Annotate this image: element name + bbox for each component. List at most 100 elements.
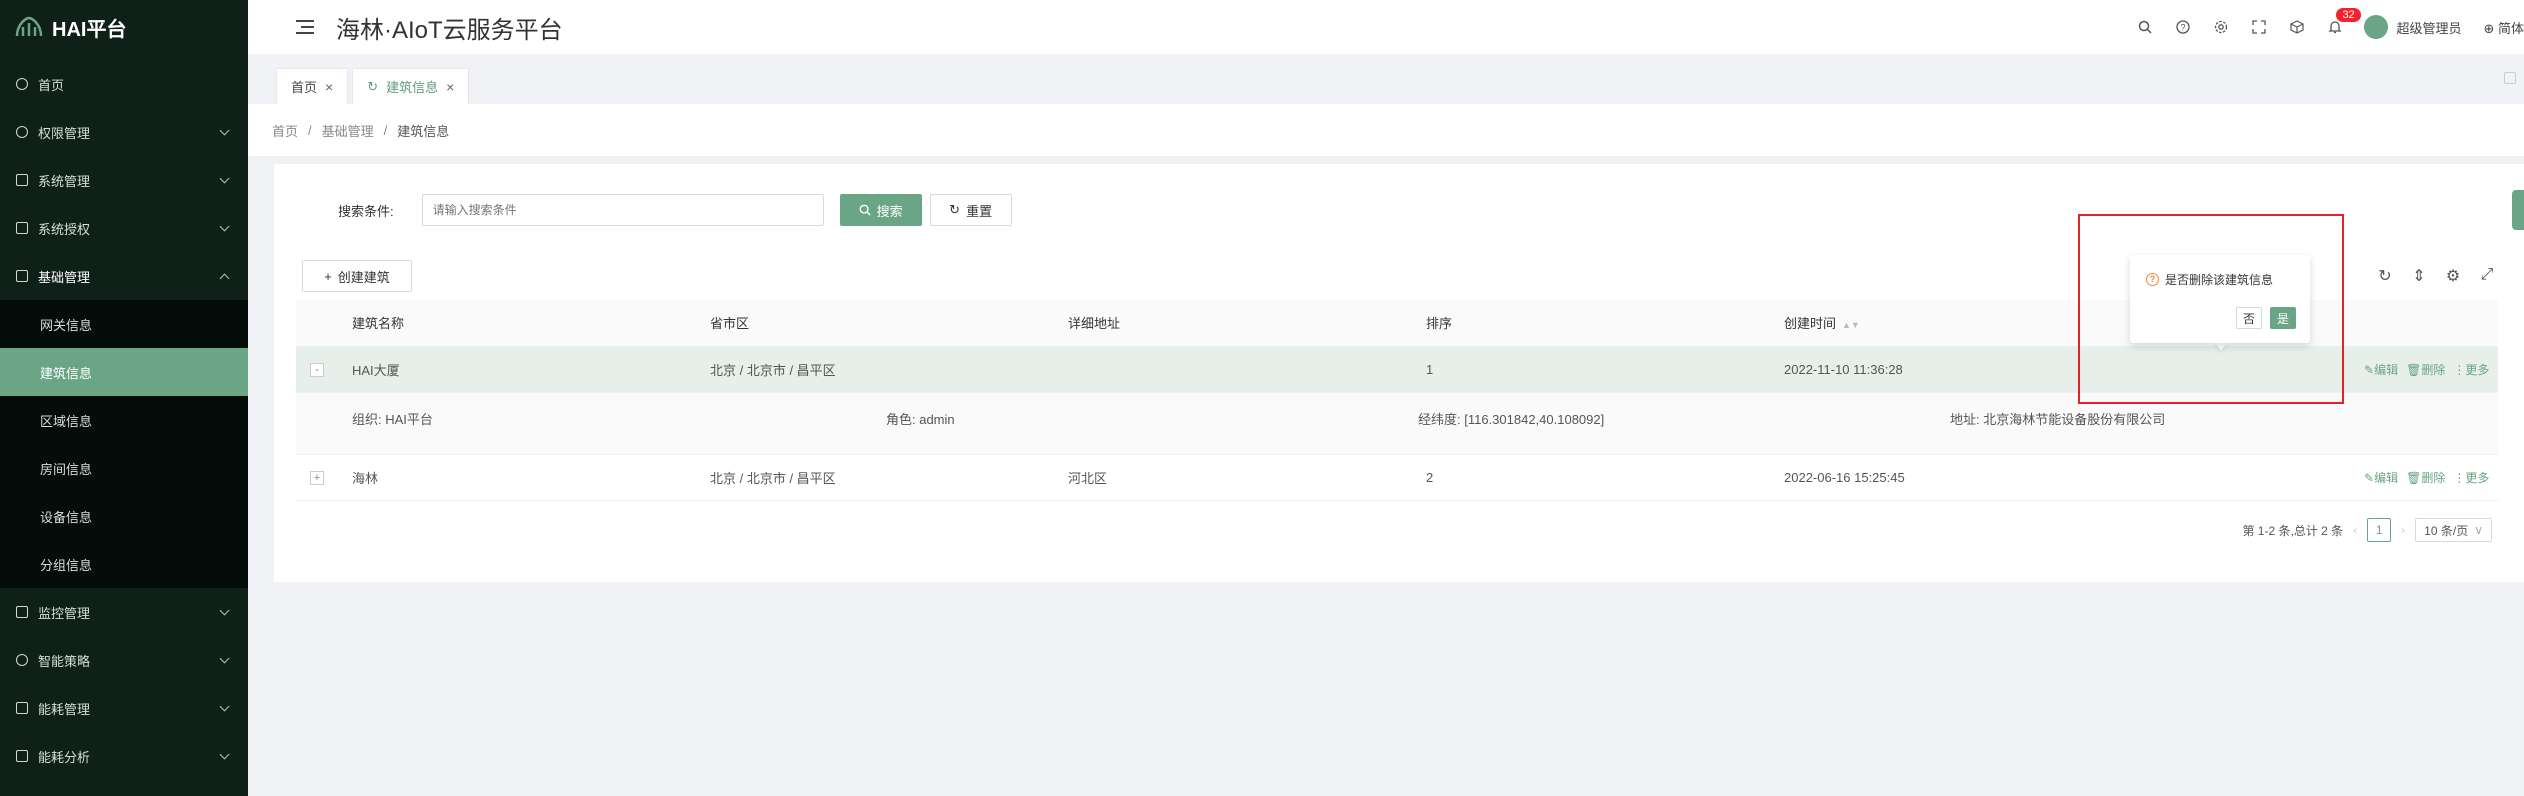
breadcrumb-separator: / (383, 122, 388, 138)
sidebar-item-label: 能耗管理 (38, 701, 91, 717)
cube-icon[interactable] (2278, 20, 2316, 34)
energy-icon (16, 702, 28, 714)
cell-sort: 1 (1426, 346, 1784, 393)
language-label: 简体 (2497, 20, 2524, 36)
tab-building[interactable]: ↻ 建筑信息 × (352, 68, 470, 104)
home-icon (16, 78, 28, 90)
fullscreen-icon[interactable]: ⤢ (2478, 266, 2496, 286)
bell-icon[interactable]: 32 (2316, 8, 2361, 34)
page-size-label: 10 条/页 (2424, 523, 2469, 538)
table-row[interactable]: + 海林 北京 / 北京市 / 昌平区 河北区 2 2022-06-16 15:… (296, 454, 2498, 501)
side-drawer-handle[interactable] (2512, 190, 2524, 230)
edit-link[interactable]: ✎编辑 (2364, 471, 2398, 485)
more-link[interactable]: ⋮更多 (2453, 363, 2489, 377)
column-header-sortable[interactable]: 创建时间 ▲▼ (1784, 300, 2142, 347)
refresh-icon[interactable]: ↻ (367, 79, 378, 95)
language-switch[interactable]: ⊕ 简体 (2483, 18, 2524, 37)
tab-home[interactable]: 首页 × (276, 68, 349, 104)
chevron-down-icon (219, 125, 230, 136)
cell-created: 2022-06-16 15:25:45 (1784, 454, 2142, 501)
brand-logo[interactable]: HAI平台 (0, 0, 248, 54)
more-link[interactable]: ⋮更多 (2453, 471, 2489, 485)
refresh-icon[interactable]: ↻ (2376, 266, 2394, 286)
sidebar-item-monitor[interactable]: 监控管理 (0, 588, 248, 636)
fullscreen-icon[interactable] (2240, 20, 2278, 34)
license-icon (16, 222, 28, 234)
edit-label: 编辑 (2374, 362, 2399, 377)
sidebar-item-permissions[interactable]: 权限管理 (0, 108, 248, 156)
close-icon[interactable]: × (446, 79, 454, 95)
sidebar-item-label: 系统授权 (38, 221, 91, 237)
next-page-icon[interactable]: › (2401, 523, 2405, 537)
breadcrumb: 首页 / 基础管理 / 建筑信息 (248, 104, 2524, 156)
breadcrumb-item[interactable]: 首页 (272, 121, 298, 140)
search-icon (859, 204, 871, 216)
sidebar-item-home[interactable]: 首页 (0, 60, 248, 108)
sidebar-subitem-group[interactable]: 分组信息 (0, 540, 248, 588)
sidebar-item-label: 权限管理 (38, 125, 91, 141)
sidebar-subitem-room[interactable]: 房间信息 (0, 444, 248, 492)
sidebar-item-label: 智能策略 (38, 653, 91, 669)
settings-icon[interactable] (2202, 20, 2240, 34)
menu-toggle-icon[interactable] (296, 20, 314, 34)
detail-org: 组织: HAI平台 (352, 411, 433, 427)
reset-button[interactable]: ↻ 重置 (929, 194, 1012, 226)
search-input[interactable] (421, 194, 824, 226)
sidebar-subitem-building[interactable]: 建筑信息 (0, 348, 248, 396)
expanded-detail-row: 组织: HAI平台 角色: admin 经纬度: [116.301842,40.… (296, 392, 2498, 455)
sidebar-item-energy[interactable]: 能耗管理 (0, 684, 248, 732)
user-name[interactable]: 超级管理员 (2396, 18, 2461, 37)
close-icon[interactable]: × (325, 79, 333, 95)
content-card: 搜索条件: 搜索 ↻ 重置 + 创建建筑 ↻ ⇕ ⚙ ⤢ 建筑名称 省市区 详细… (274, 164, 2524, 582)
plus-icon: + (324, 268, 332, 284)
search-button[interactable]: 搜索 (839, 194, 922, 226)
breadcrumb-separator: / (308, 122, 312, 138)
sidebar-item-strategy[interactable]: 智能策略 (0, 636, 248, 684)
sidebar-item-license[interactable]: 系统授权 (0, 204, 248, 252)
sidebar-item-base[interactable]: 基础管理 (0, 252, 248, 300)
sidebar-item-label: 首页 (38, 77, 65, 93)
sidebar-subitem-device[interactable]: 设备信息 (0, 492, 248, 540)
delete-label: 删除 (2421, 470, 2446, 485)
lock-icon[interactable] (2504, 72, 2516, 84)
help-icon[interactable]: ? (2164, 20, 2202, 34)
cell-name: HAI大厦 (352, 346, 710, 393)
expand-row-icon[interactable]: + (310, 471, 324, 485)
column-header: 省市区 (710, 300, 1068, 347)
prev-page-icon[interactable]: ‹ (2353, 523, 2357, 537)
delete-link[interactable]: 🗑删除 (2406, 471, 2445, 485)
table-row[interactable]: - HAI大厦 北京 / 北京市 / 昌平区 1 2022-11-10 11:3… (296, 346, 2498, 393)
svg-text:?: ? (2181, 23, 2186, 33)
column-header: 排序 (1426, 300, 1784, 347)
sidebar-subitem-area[interactable]: 区域信息 (0, 396, 248, 444)
breadcrumb-item[interactable]: 基础管理 (322, 121, 374, 140)
breadcrumb-current: 建筑信息 (397, 123, 450, 139)
edit-link[interactable]: ✎编辑 (2364, 363, 2398, 377)
page-size-select[interactable]: 10 条/页 ∨ (2415, 518, 2492, 542)
search-icon[interactable] (2126, 20, 2164, 34)
sidebar-subitem-gateway[interactable]: 网关信息 (0, 300, 248, 348)
globe-icon: ⊕ (2483, 20, 2495, 36)
detail-role: 角色: admin (886, 411, 955, 427)
chevron-down-icon (219, 221, 230, 232)
sidebar-item-analysis[interactable]: 能耗分析 (0, 732, 248, 780)
delete-label: 删除 (2421, 362, 2446, 377)
delete-link[interactable]: 🗑删除 (2406, 363, 2445, 377)
brand-name: HAI平台 (52, 18, 127, 41)
sort-icon[interactable]: ▲▼ (1842, 320, 1860, 330)
page-number[interactable]: 1 (2367, 518, 2392, 542)
sidebar-item-system[interactable]: 系统管理 (0, 156, 248, 204)
detail-coords: 经纬度: [116.301842,40.108092] (1418, 411, 1605, 427)
confirm-no-button[interactable]: 否 (2235, 307, 2262, 329)
detail-address: 地址: 北京海林节能设备股份有限公司 (1950, 411, 2166, 427)
tab-label: 建筑信息 (386, 80, 439, 95)
create-building-button[interactable]: + 创建建筑 (302, 260, 412, 292)
reset-button-label: 重置 (966, 203, 993, 219)
cell-created: 2022-11-10 11:36:28 (1784, 346, 2142, 393)
density-icon[interactable]: ⇕ (2410, 266, 2428, 286)
collapse-row-icon[interactable]: - (310, 363, 324, 377)
confirm-yes-button[interactable]: 是 (2269, 307, 2296, 329)
column-settings-icon[interactable]: ⚙ (2444, 266, 2462, 286)
search-label: 搜索条件: (338, 203, 394, 219)
avatar[interactable] (2364, 15, 2389, 39)
